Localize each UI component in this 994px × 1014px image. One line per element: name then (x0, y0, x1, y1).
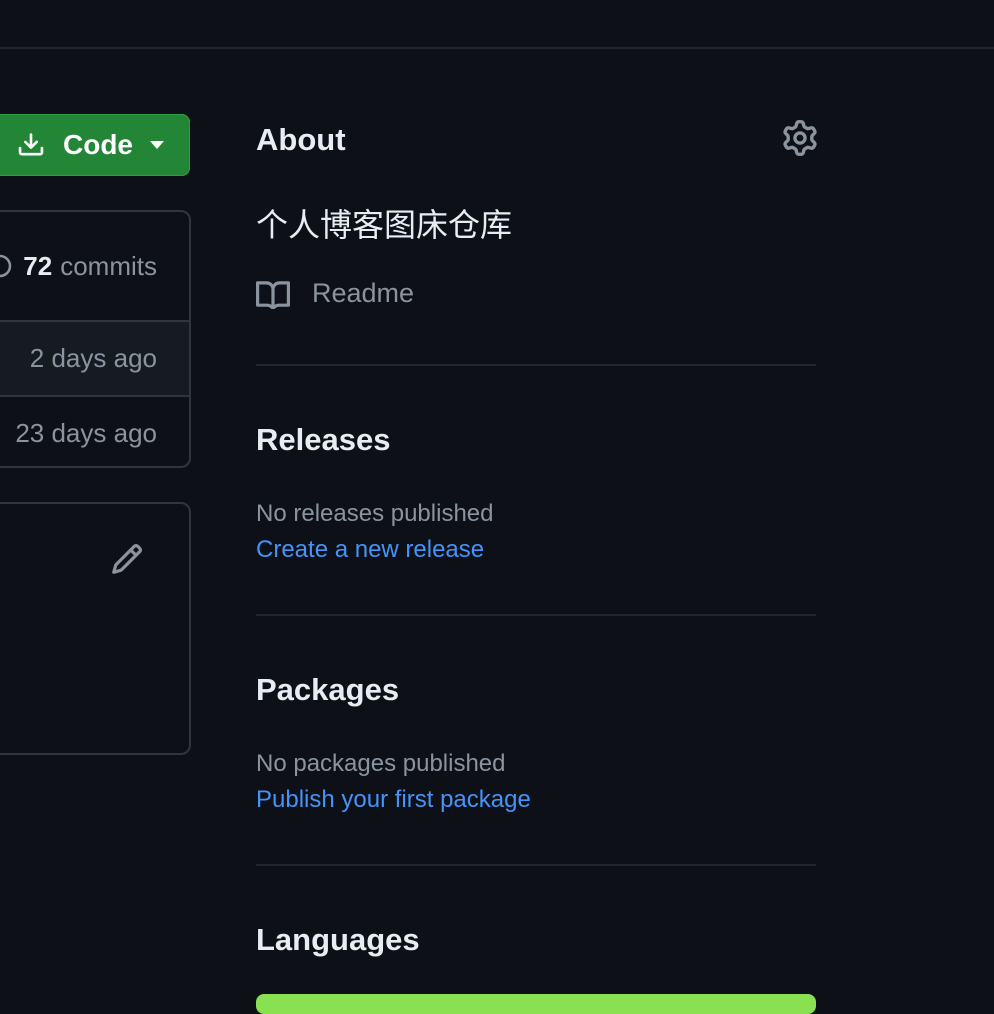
code-button[interactable]: Code (0, 114, 190, 176)
packages-heading[interactable]: Packages (256, 672, 399, 708)
file-row[interactable]: 2 days ago (0, 322, 189, 397)
section-divider (256, 864, 816, 866)
about-heading: About (256, 122, 346, 157)
file-row-time: 23 days ago (15, 418, 157, 448)
languages-heading: Languages (256, 922, 420, 957)
code-button-label: Code (63, 129, 133, 160)
releases-empty-text: No releases published (256, 500, 494, 527)
book-icon (256, 280, 290, 309)
file-list-box: 72 commits 2 days ago 23 days ago (0, 210, 191, 468)
history-icon (0, 254, 12, 278)
language-bar (256, 994, 816, 1014)
download-icon (18, 133, 44, 156)
header-divider (0, 47, 994, 49)
repo-description: 个人博客图床仓库 (256, 207, 513, 243)
readme-label: Readme (312, 278, 415, 308)
gear-icon[interactable] (782, 120, 818, 156)
commits-label: commits (60, 250, 157, 281)
commits-link[interactable]: 72 commits (0, 212, 189, 322)
section-divider (256, 364, 816, 366)
file-row-time: 2 days ago (29, 343, 157, 373)
pencil-icon[interactable] (110, 542, 144, 576)
commit-count: 72 (23, 250, 53, 281)
releases-heading[interactable]: Releases (256, 422, 390, 458)
packages-empty-text: No packages published (256, 750, 506, 777)
publish-package-link[interactable]: Publish your first package (256, 786, 531, 814)
readme-box (0, 502, 191, 755)
readme-link[interactable]: Readme (256, 278, 414, 309)
caret-down-icon (150, 141, 164, 149)
file-row[interactable]: 23 days ago (0, 397, 189, 466)
section-divider (256, 614, 816, 616)
create-release-link[interactable]: Create a new release (256, 536, 484, 564)
